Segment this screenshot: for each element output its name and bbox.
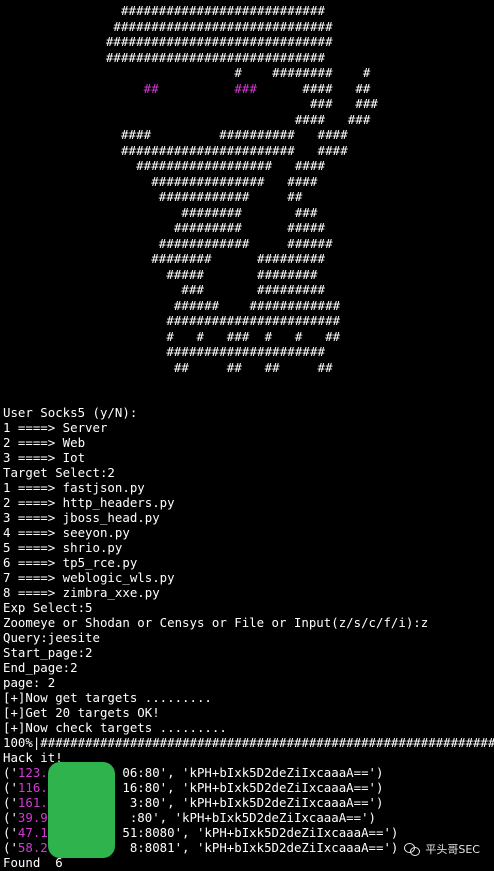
terminal-line: [+]Get 20 targets OK! — [3, 705, 160, 720]
ascii-art-line: # ######## # — [0, 65, 371, 80]
terminal-line: [+]Now get targets ......... — [3, 690, 212, 705]
ascii-art-line: ######## ######### — [0, 251, 326, 266]
ascii-art-line: ## ### #### ## — [143, 80, 371, 96]
redaction-block — [48, 762, 115, 858]
terminal-line: Exp Select:5 — [3, 600, 93, 615]
ascii-art-line: ############################## — [0, 34, 333, 49]
ascii-art-line: ############################# — [0, 49, 326, 65]
ascii-art-line: ############################# — [0, 18, 333, 34]
terminal-line: 8 ====> zimbra_xxe.py — [3, 585, 160, 600]
terminal-line: Query:jeesite — [3, 630, 100, 645]
terminal-line: 100%|###################################… — [3, 735, 494, 750]
terminal-line: Start_page:2 — [3, 645, 93, 660]
watermark-text: 平头哥SEC — [425, 843, 480, 856]
terminal-line: 5 ====> shrio.py — [3, 540, 123, 555]
ascii-art-line: ###### ############ — [0, 297, 341, 313]
ascii-art-line: ##### ######## — [0, 266, 318, 282]
ascii-art-line: ####################### #### — [0, 142, 348, 158]
terminal-line: Target Select:2 — [3, 465, 115, 480]
ascii-art-line: ## ## ## ## — [0, 359, 333, 375]
ascii-art-banner: ########################### ############… — [0, 3, 378, 375]
terminal-line: [+]Now check targets ......... — [3, 720, 227, 735]
terminal-line: 7 ====> weblogic_wls.py — [3, 570, 175, 585]
terminal-line: 6 ====> tp5_rce.py — [3, 555, 138, 570]
ascii-art-line: # # ### # # ## — [0, 328, 341, 344]
ascii-art-line: ############ ###### — [0, 235, 333, 251]
wechat-icon — [404, 842, 421, 856]
terminal-line: 1 ====> fastjson.py — [3, 480, 145, 495]
ascii-art-line: ######## ### — [0, 204, 318, 220]
ascii-art-line: #### ### — [0, 111, 371, 127]
ascii-art-line: ######### ##### — [0, 220, 326, 235]
terminal-line: User Socks5 (y/N): — [3, 405, 138, 420]
ascii-art-line: ########################### — [0, 3, 326, 18]
ascii-art-line: ### ### — [0, 96, 378, 111]
watermark: 平头哥SEC — [404, 841, 480, 857]
terminal-line: page: 2 — [3, 675, 56, 690]
terminal-line: 3 ====> jboss_head.py — [3, 510, 160, 525]
terminal-line: 4 ====> seeyon.py — [3, 525, 130, 540]
terminal-line: 3 ====> Iot — [3, 450, 86, 465]
ascii-art-line: ############ ## — [0, 189, 303, 204]
ascii-art-line: #### ########## #### — [0, 127, 348, 142]
terminal-line: Zoomeye or Shodan or Censys or File or I… — [3, 615, 429, 630]
terminal-line: 1 ====> Server — [3, 420, 108, 435]
terminal-line: End_page:2 — [3, 660, 78, 675]
ascii-art-line: ################## #### — [0, 158, 326, 173]
ascii-art-line: ##################### — [0, 344, 326, 359]
ascii-art-line: ### ######### — [0, 282, 326, 297]
terminal-line: 2 ====> Web — [3, 435, 86, 450]
ascii-art-line: ############### #### — [0, 173, 318, 189]
terminal-line: 2 ====> http_headers.py — [3, 495, 175, 510]
ascii-art-line: ####################### — [0, 313, 341, 328]
